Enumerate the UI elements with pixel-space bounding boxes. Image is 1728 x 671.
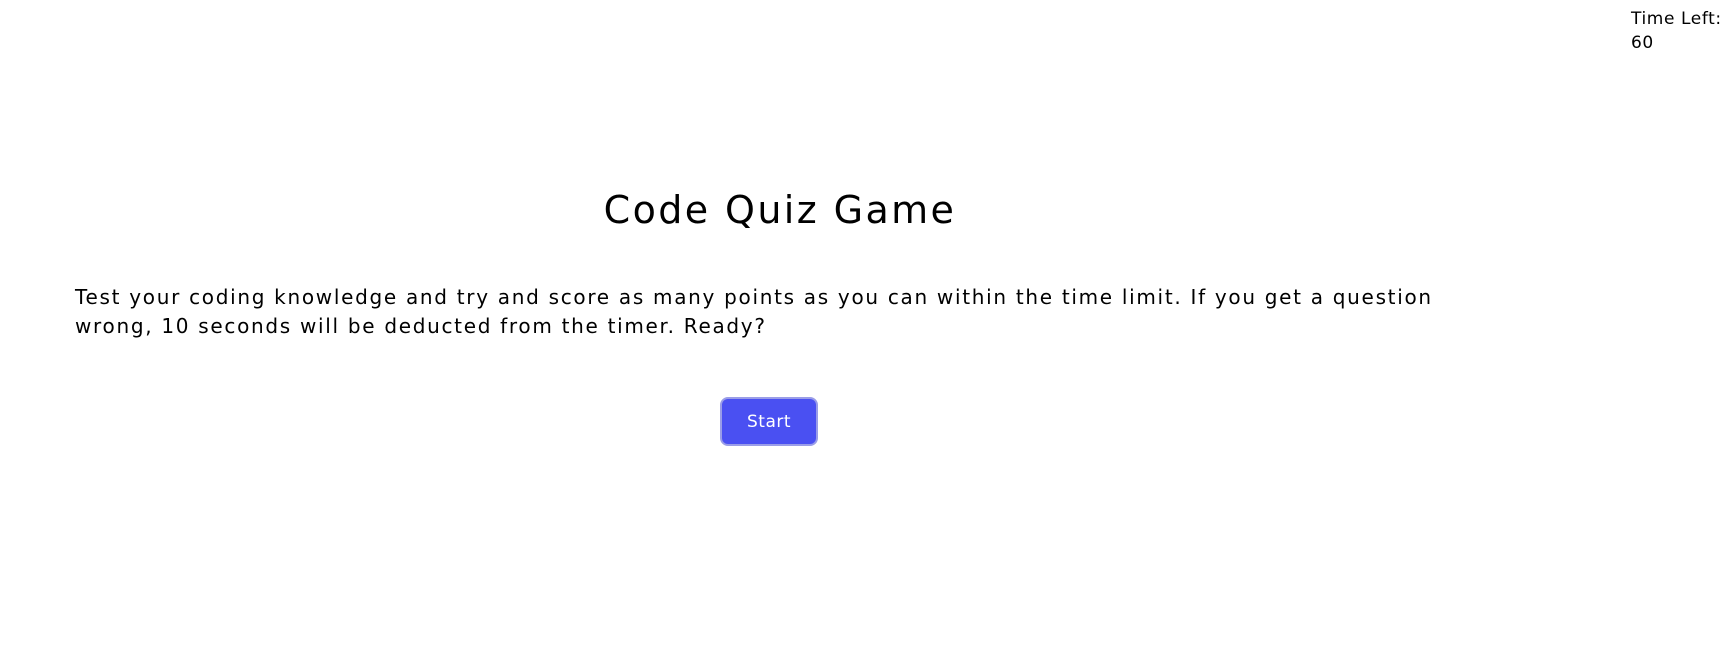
quiz-page: Time Left: 60 Code Quiz Game Test your c… — [0, 0, 1728, 671]
page-title: Code Quiz Game — [603, 188, 957, 232]
timer: Time Left: 60 — [1631, 7, 1728, 55]
timer-value: 60 — [1631, 33, 1654, 53]
start-button[interactable]: Start — [720, 397, 818, 446]
timer-label: Time Left: — [1631, 9, 1722, 29]
intro-text: Test your coding knowledge and try and s… — [75, 285, 1433, 338]
